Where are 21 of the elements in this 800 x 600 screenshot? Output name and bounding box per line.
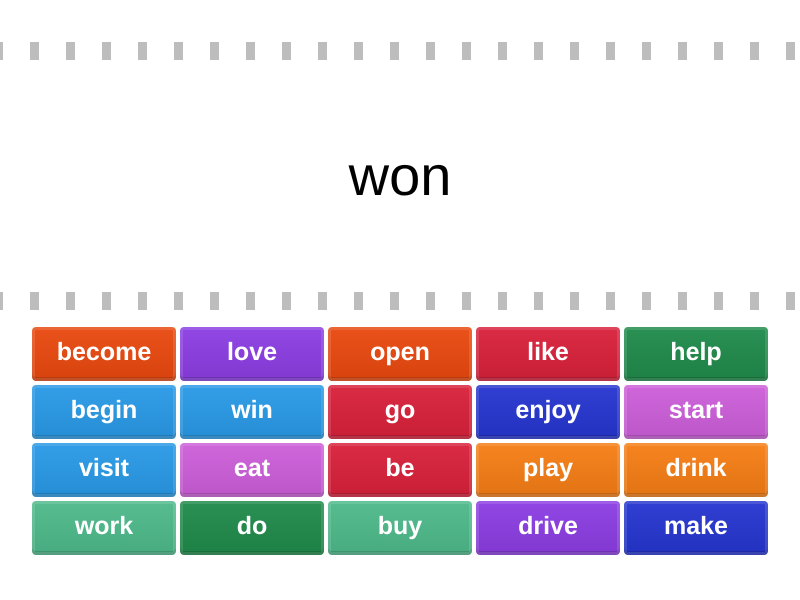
word-tile[interactable]: drive bbox=[476, 501, 620, 555]
word-tile[interactable]: play bbox=[476, 443, 620, 497]
word-tile[interactable]: help bbox=[624, 327, 768, 381]
word-tile[interactable]: drink bbox=[624, 443, 768, 497]
word-tile[interactable]: enjoy bbox=[476, 385, 620, 439]
word-tile[interactable]: start bbox=[624, 385, 768, 439]
word-tile[interactable]: go bbox=[328, 385, 472, 439]
prompt-word: won bbox=[348, 148, 452, 204]
word-tile[interactable]: open bbox=[328, 327, 472, 381]
word-tile[interactable]: be bbox=[328, 443, 472, 497]
word-tile[interactable]: love bbox=[180, 327, 324, 381]
word-tile[interactable]: like bbox=[476, 327, 620, 381]
word-tile[interactable]: buy bbox=[328, 501, 472, 555]
word-tile[interactable]: eat bbox=[180, 443, 324, 497]
word-tile[interactable]: make bbox=[624, 501, 768, 555]
word-tile[interactable]: work bbox=[32, 501, 176, 555]
word-tile[interactable]: begin bbox=[32, 385, 176, 439]
word-tile[interactable]: visit bbox=[32, 443, 176, 497]
word-tile[interactable]: become bbox=[32, 327, 176, 381]
word-tile[interactable]: win bbox=[180, 385, 324, 439]
word-tile[interactable]: do bbox=[180, 501, 324, 555]
